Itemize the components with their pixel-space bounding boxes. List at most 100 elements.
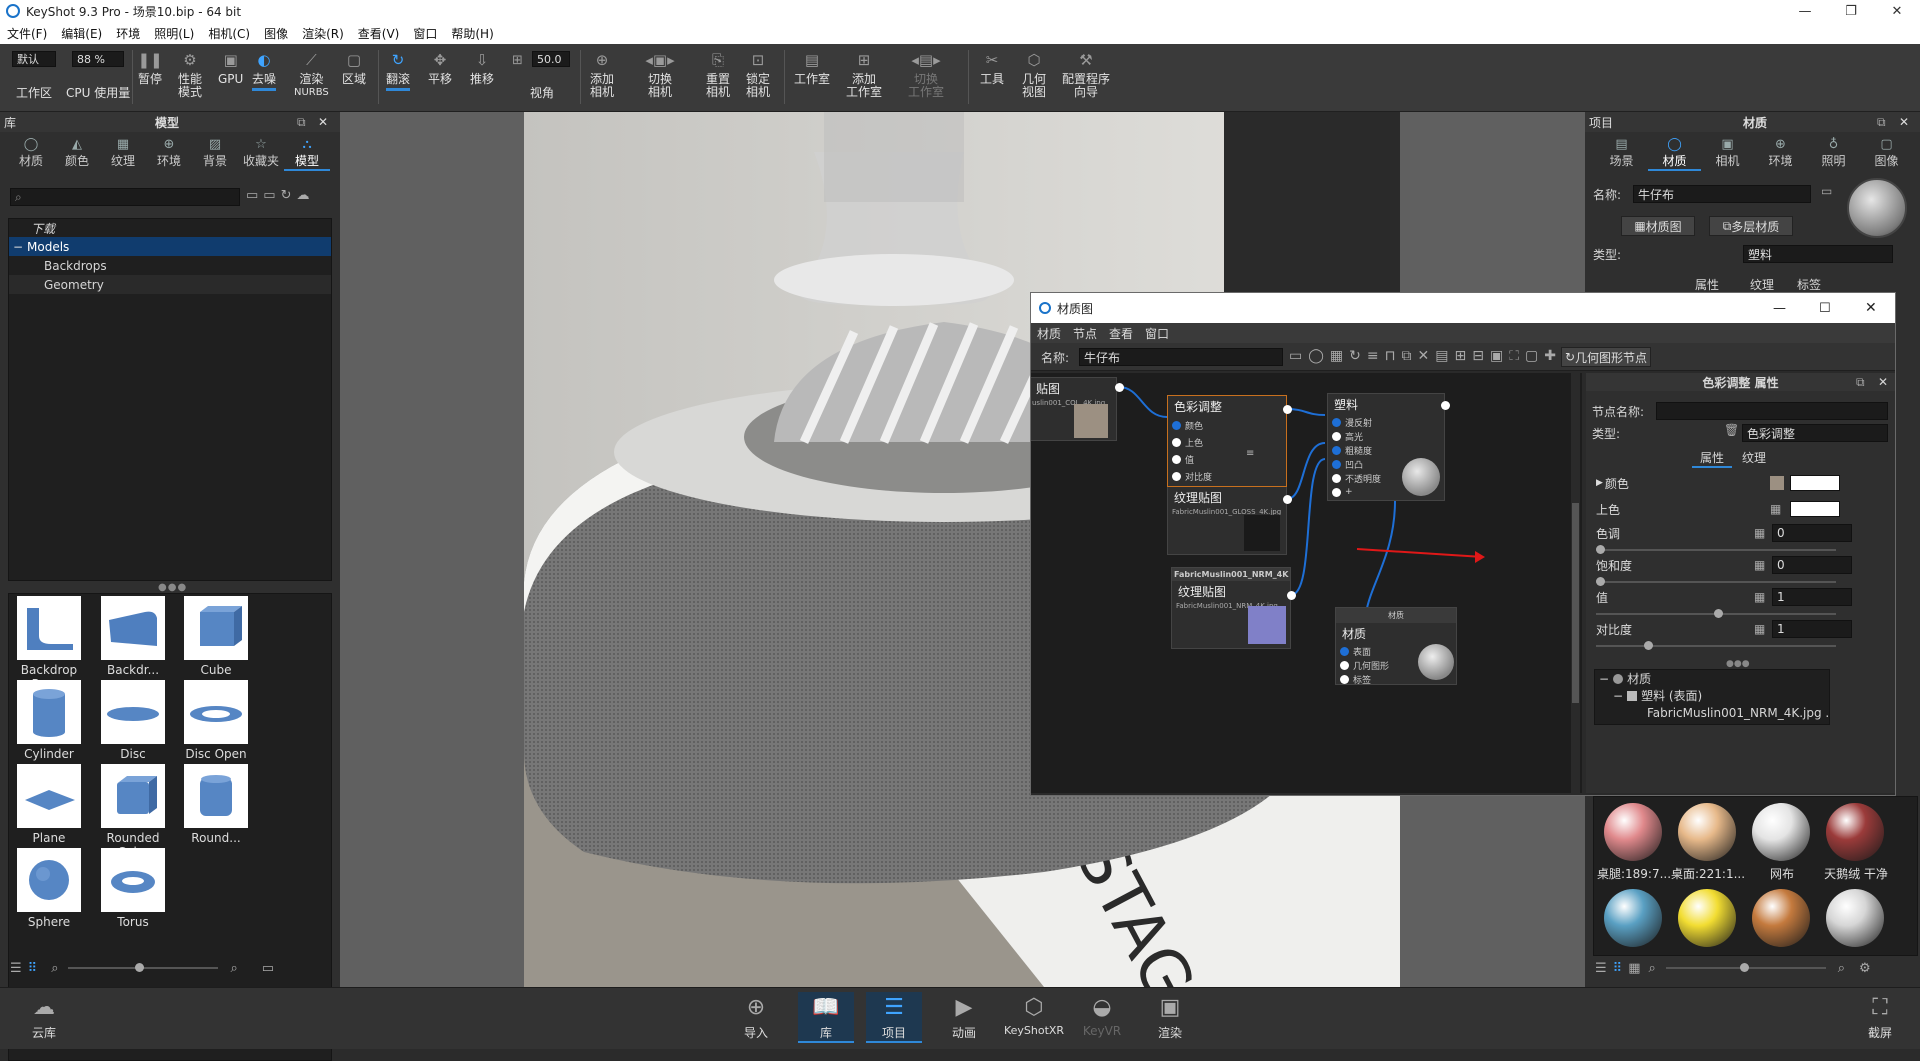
hue-slider[interactable] <box>1596 545 1836 554</box>
lock-camera-button[interactable]: ⊡ 锁定 相机 <box>746 50 770 99</box>
close-panel-icon[interactable]: ✕ <box>318 115 328 129</box>
material-type-select[interactable]: 塑料 <box>1743 245 1893 263</box>
sphere-preview-icon[interactable]: ◯ <box>1308 348 1330 364</box>
tab-environments[interactable]: ⊕ 环境 <box>146 136 192 171</box>
refresh-icon[interactable]: ↻ <box>1349 348 1367 364</box>
menu-window[interactable]: 窗口 <box>406 25 444 42</box>
maximize-button[interactable]: ☐ <box>1819 301 1831 316</box>
node-name-input[interactable] <box>1656 402 1888 420</box>
tree-item-models[interactable]: − Models <box>9 237 331 256</box>
tab-materials[interactable]: ◯ 材质 <box>8 136 54 171</box>
checker-icon[interactable]: ▦ <box>1754 558 1765 572</box>
folder-open-icon[interactable]: ▭ <box>262 961 274 976</box>
tab-lighting[interactable]: ♁ 照明 <box>1807 136 1860 171</box>
geometry-view-button[interactable]: ⬡ 几何 视图 <box>1022 50 1046 99</box>
switch-camera-button[interactable]: ◂▣▸ 切换 相机 <box>645 50 674 99</box>
subtab-textures[interactable]: 纹理 <box>1750 276 1774 293</box>
reset-camera-button[interactable]: ⎘ 重置 相机 <box>706 50 730 99</box>
checker-icon[interactable]: ▦ <box>1754 590 1765 604</box>
zoom-in-icon[interactable]: ⌕ <box>1838 961 1845 976</box>
material-ball[interactable] <box>1826 889 1884 947</box>
cpu-usage-select[interactable]: 88 % <box>72 51 124 67</box>
menu-image[interactable]: 图像 <box>257 25 295 42</box>
render-button[interactable]: ▣ 渲染 <box>1142 992 1198 1041</box>
output-pin[interactable] <box>1115 383 1124 392</box>
cloud-icon[interactable]: ☁ <box>297 188 315 203</box>
save-material-icon[interactable]: ▭ <box>1821 184 1832 198</box>
checker-icon[interactable]: ▦ <box>1754 526 1765 540</box>
model-cylinder[interactable]: Cylinder <box>9 680 89 761</box>
model-cube[interactable]: Cube <box>176 596 256 677</box>
add-studio-button[interactable]: ⊞ 添加 工作室 <box>846 50 882 99</box>
material-ball-table-leg[interactable] <box>1604 803 1662 861</box>
subtab-properties[interactable]: 属性 <box>1695 276 1719 293</box>
hue-input[interactable]: 0 <box>1772 524 1852 542</box>
close-panel-icon[interactable]: ✕ <box>1878 375 1888 389</box>
contrast-slider[interactable] <box>1596 641 1836 650</box>
settings-icon[interactable]: ⚙ <box>1859 961 1871 976</box>
float-panel-icon[interactable]: ⧉ <box>1877 115 1886 130</box>
texture-node-gloss[interactable]: 纹理贴图 FabricMuslin001_GLOSS_4K.jpg <box>1167 487 1287 555</box>
output-pin[interactable] <box>1283 495 1292 504</box>
splitter-handle[interactable]: ●●● <box>158 582 187 593</box>
zoom-100-icon[interactable]: ▢ <box>1525 348 1544 364</box>
menu-window[interactable]: 窗口 <box>1139 325 1175 342</box>
lock-icon[interactable]: ⊓ <box>1385 348 1402 364</box>
tab-image[interactable]: ▢ 图像 <box>1860 136 1913 171</box>
switch-studio-button[interactable]: ◂▤▸ 切换 工作室 <box>908 50 944 99</box>
project-button[interactable]: ☰ 项目 <box>866 992 922 1043</box>
tree-item-backdrops[interactable]: Backdrops <box>9 256 331 275</box>
tree-item-plastic[interactable]: − 塑料 (表面) <box>1595 687 1829 704</box>
render-nurbs-button[interactable]: ⟋ 渲染 NURBS <box>294 50 329 99</box>
arrange-icon[interactable]: ▣ <box>1490 348 1509 364</box>
texture-node-color[interactable]: 贴图 uslin001_COL_4K.jpg <box>1031 377 1117 441</box>
fit-icon[interactable]: ⛶ <box>1509 348 1525 364</box>
layout-icon[interactable]: ▤ <box>1435 348 1454 364</box>
pause-button[interactable]: ❚❚ 暂停 <box>137 50 162 86</box>
tab-material[interactable]: ◯ 材质 <box>1648 136 1701 171</box>
zoom-out-icon[interactable]: ⌕ <box>1648 961 1655 976</box>
close-button[interactable]: ✕ <box>1865 300 1877 316</box>
workspace-select[interactable]: 默认 <box>12 51 56 67</box>
minimize-button[interactable]: — <box>1773 301 1786 316</box>
model-rounded-cube[interactable]: Rounded Cube <box>93 764 173 859</box>
tree-item-texture[interactable]: FabricMuslin001_NRM_4K.jpg ... <box>1595 704 1829 721</box>
splitter-handle[interactable]: ●●● <box>1726 659 1750 669</box>
tile-view-icon[interactable]: ▦ <box>1628 961 1640 976</box>
graph-name-input[interactable]: 牛仔布 <box>1079 348 1283 366</box>
screenshot-button[interactable]: ⛶ 截屏 <box>1852 992 1908 1041</box>
tree-item-geometry[interactable]: Geometry <box>9 275 331 294</box>
studio-button[interactable]: ▤ 工作室 <box>794 50 830 86</box>
output-pin[interactable] <box>1287 591 1296 600</box>
plastic-node[interactable]: 塑料 漫反射 高光 粗糙度 凹凸 不透明度 + <box>1327 393 1445 501</box>
menu-node[interactable]: 节点 <box>1067 325 1103 342</box>
list-view-icon[interactable]: ☰ <box>10 961 22 976</box>
tab-backgrounds[interactable]: ▨ 背景 <box>192 136 238 171</box>
float-panel-icon[interactable]: ⧉ <box>1856 375 1865 390</box>
menu-file[interactable]: 文件(F) <box>0 25 54 42</box>
value-input[interactable]: 1 <box>1772 588 1852 606</box>
restore-button[interactable]: ❐ <box>1828 0 1874 22</box>
tab-camera[interactable]: ▣ 相机 <box>1701 136 1754 171</box>
color-swatch[interactable] <box>1790 475 1840 491</box>
copy-icon[interactable]: ⧉ <box>1402 348 1418 364</box>
saturation-input[interactable]: 0 <box>1772 556 1852 574</box>
material-ball-mesh[interactable] <box>1752 803 1810 861</box>
color-adjust-node[interactable]: 色彩调整 颜色 上色 值 对比度 + ≡ <box>1167 395 1287 499</box>
folder-icon[interactable]: ▭ <box>246 188 263 203</box>
keyvr-button[interactable]: ◒ KeyVR <box>1074 992 1130 1039</box>
list-view-icon[interactable]: ☰ <box>1595 961 1607 976</box>
material-graph-button[interactable]: ▦ 材质图 <box>1621 216 1695 236</box>
material-ball[interactable] <box>1604 889 1662 947</box>
library-button[interactable]: 📖 库 <box>798 992 854 1043</box>
close-button[interactable]: ✕ <box>1874 0 1920 22</box>
keyshotxr-button[interactable]: ⬡ KeyShotXR <box>1004 992 1064 1038</box>
import-button[interactable]: ⊕ 导入 <box>728 992 784 1041</box>
dolly-button[interactable]: ⇩ 推移 <box>470 50 494 86</box>
animation-button[interactable]: ▶ 动画 <box>936 992 992 1041</box>
close-panel-icon[interactable]: ✕ <box>1899 115 1909 129</box>
model-plane[interactable]: Plane <box>9 764 89 845</box>
model-backdrop-ramp[interactable]: Backdrop Ramp <box>9 596 89 691</box>
tree-item-material[interactable]: − 材质 <box>1595 670 1829 687</box>
tab-colors[interactable]: ◭ 颜色 <box>54 136 100 171</box>
